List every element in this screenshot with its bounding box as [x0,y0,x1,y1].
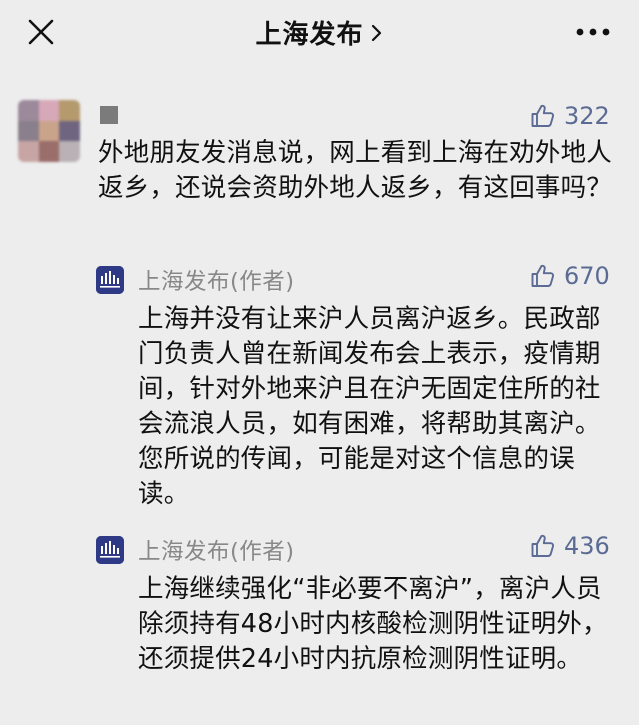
thumbs-up-icon [531,104,555,127]
reply-text: 上海继续强化“非必要不离沪”，离沪人员除须持有48小时内核酸检测阴性证明外，还须… [138,574,608,674]
comment-like-button[interactable]: 322 [530,102,610,130]
reply-author[interactable]: 上海发布(作者) [138,534,295,566]
commenter-nickname[interactable] [100,106,118,124]
reply-like-button[interactable]: 670 [530,262,610,290]
reply-like-count: 670 [564,262,610,290]
skyline-logo-icon [96,266,124,294]
page-title: 上海发布 [255,19,364,50]
reply-text: 上海并没有让来沪人员离沪返乡。民政部门负责人曾在新闻发布会上表示，疫情期间，针对… [138,304,601,509]
thumbs-up-icon [531,264,555,287]
author-reply-2: 上海发布(作者) 436 上海继续强化“非必要不离沪”，离沪人员除须持有48小时… [96,532,626,716]
chevron-right-icon [371,24,381,42]
more-icon[interactable] [575,26,611,38]
account-title-link[interactable]: 上海发布 [0,12,639,52]
comment-card: 322 外地朋友发消息说，网上看到上海在劝外地人返乡，还说会资助外地人返乡，有这… [0,72,639,725]
skyline-logo-icon [96,536,124,564]
avatar[interactable] [18,100,80,162]
author-logo[interactable] [96,536,124,564]
nav-bar: 上海发布 [0,0,639,64]
comment-text: 外地朋友发消息说，网上看到上海在劝外地人返乡，还说会资助外地人返乡，有这回事吗？ [98,138,613,203]
reply-like-count: 436 [564,532,610,560]
reply-author[interactable]: 上海发布(作者) [138,264,295,296]
reply-like-button[interactable]: 436 [530,532,610,560]
comment-like-count: 322 [564,102,610,130]
author-reply-1: 上海发布(作者) 670 上海并没有让来沪人员离沪返乡。民政部门负责人曾在新闻发… [96,262,626,516]
thumbs-up-icon [531,534,555,557]
author-logo[interactable] [96,266,124,294]
